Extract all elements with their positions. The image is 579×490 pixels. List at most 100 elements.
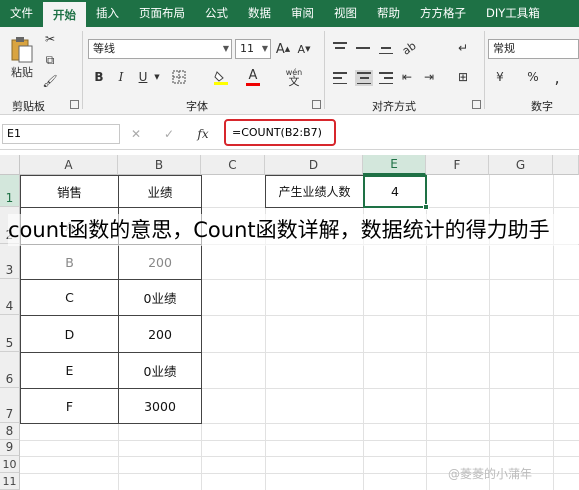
table-cell-value[interactable]: 200 (118, 244, 202, 280)
table-header-sales[interactable]: 销售 (20, 175, 119, 208)
watermark: @菱菱的小蒲年 (448, 467, 533, 481)
tab-page-layout[interactable]: 页面布局 (129, 0, 195, 27)
row-header-6[interactable]: 6 (0, 352, 20, 388)
copy-icon[interactable]: ⧉ (42, 52, 58, 68)
font-name-value: 等线 (93, 42, 115, 55)
row-header-4[interactable]: 4 (0, 279, 20, 315)
overlay-title: count函数的意思，Count函数详解，数据统计的得力助手 (8, 214, 578, 246)
shrink-font-button[interactable]: A ▼ (295, 39, 313, 59)
tab-review[interactable]: 审阅 (281, 0, 324, 27)
column-header-c[interactable]: C (201, 155, 265, 175)
formula-text: =COUNT(B2:B7) (232, 126, 322, 139)
table-cell-name[interactable]: F (20, 388, 119, 424)
paste-label: 粘贴 (11, 66, 33, 79)
separator (324, 31, 325, 109)
gridline (20, 456, 579, 457)
insert-function-icon[interactable]: fx (194, 125, 212, 143)
row-header-9[interactable]: 9 (0, 440, 20, 456)
table-cell-name[interactable]: E (20, 352, 119, 389)
clipboard-icon (11, 37, 33, 63)
underline-dropdown-icon[interactable]: ▼ (153, 67, 161, 87)
tab-data[interactable]: 数据 (238, 0, 281, 27)
align-bottom-icon[interactable] (379, 42, 393, 54)
tab-help[interactable]: 帮助 (367, 0, 410, 27)
align-middle-icon[interactable] (356, 42, 370, 54)
chevron-down-icon: ▼ (261, 44, 268, 53)
row-header-10[interactable]: 10 (0, 456, 20, 473)
tab-diy-toolbox[interactable]: DIY工具箱 (476, 0, 550, 27)
table-cell-value[interactable]: 0业绩 (118, 352, 202, 389)
column-header-f[interactable]: F (426, 155, 489, 175)
format-painter-icon[interactable]: 🖌 (42, 73, 58, 89)
worksheet-grid[interactable]: A B C D E F G 1 2 3 4 5 6 7 8 9 10 (0, 150, 579, 490)
grow-font-button[interactable]: A ▲ (274, 39, 292, 59)
align-right-icon[interactable] (379, 72, 393, 84)
column-header-b[interactable]: B (118, 155, 201, 175)
table-cell-value[interactable]: 3000 (118, 388, 202, 424)
separator (82, 31, 83, 109)
name-box[interactable]: E1 (2, 124, 120, 144)
name-box-value: E1 (7, 127, 21, 140)
shrink-font-glyph: A (297, 42, 306, 56)
chevron-down-icon: ▼ (222, 44, 229, 53)
column-header-h[interactable] (553, 155, 579, 175)
paste-button[interactable]: 粘贴 (6, 31, 38, 85)
align-center-icon[interactable] (355, 70, 373, 86)
fill-color-icon[interactable] (212, 67, 230, 87)
number-group-label: 数字 (531, 100, 553, 113)
align-left-icon[interactable] (333, 72, 347, 84)
phonetic-icon[interactable]: wén 文 (282, 65, 306, 89)
column-header-e[interactable]: E (363, 155, 426, 175)
column-header-d[interactable]: D (265, 155, 363, 175)
tab-view[interactable]: 视图 (324, 0, 367, 27)
font-group-label: 字体 (186, 100, 208, 113)
clipboard-launcher-icon[interactable] (70, 100, 79, 109)
row-header-3[interactable]: 3 (0, 244, 20, 279)
borders-icon[interactable] (170, 67, 188, 87)
merge-center-icon[interactable]: ⊞ (452, 67, 474, 87)
orientation-icon[interactable]: ab (394, 33, 425, 64)
tab-formulas[interactable]: 公式 (195, 0, 238, 27)
tab-fangfang[interactable]: 方方格子 (410, 0, 476, 27)
cancel-icon[interactable]: ✕ (128, 125, 144, 143)
tab-home[interactable]: 开始 (43, 0, 86, 27)
table-cell-value[interactable]: 0业绩 (118, 279, 202, 316)
row-header-1[interactable]: 1 (0, 175, 20, 207)
italic-button[interactable]: I (112, 67, 130, 87)
comma-button[interactable]: , (550, 67, 564, 87)
table-cell-name[interactable]: B (20, 244, 119, 280)
font-color-button[interactable]: A (244, 67, 262, 87)
cut-icon[interactable]: ✂ (42, 31, 58, 47)
table-header-performance[interactable]: 业绩 (118, 175, 202, 208)
table-cell-name[interactable]: D (20, 315, 119, 353)
underline-button[interactable]: U (134, 67, 152, 87)
column-header-g[interactable]: G (489, 155, 553, 175)
font-launcher-icon[interactable] (312, 100, 321, 109)
font-name-select[interactable]: 等线 ▼ (88, 39, 232, 59)
summary-value-cell[interactable]: 4 (363, 175, 427, 208)
percent-button[interactable]: % (525, 67, 541, 87)
tab-file[interactable]: 文件 (0, 0, 43, 27)
confirm-icon[interactable]: ✓ (161, 125, 177, 143)
row-header-7[interactable]: 7 (0, 388, 20, 423)
row-header-5[interactable]: 5 (0, 315, 20, 352)
table-cell-value[interactable]: 200 (118, 315, 202, 353)
bold-button[interactable]: B (90, 67, 108, 87)
select-all-corner[interactable] (0, 155, 20, 175)
table-cell-name[interactable]: C (20, 279, 119, 316)
number-format-select[interactable]: 常规 (488, 39, 579, 59)
wrap-text-icon[interactable]: ↵ (452, 37, 474, 59)
decrease-indent-icon[interactable]: ⇤ (398, 67, 416, 87)
summary-label-cell[interactable]: 产生业绩人数 (265, 175, 364, 208)
currency-button[interactable]: ¥ (490, 67, 510, 87)
font-size-select[interactable]: 11 ▼ (235, 39, 271, 59)
row-header-11[interactable]: 11 (0, 473, 20, 490)
alignment-launcher-icon[interactable] (472, 100, 481, 109)
align-top-icon[interactable] (333, 42, 347, 54)
fill-handle[interactable] (423, 204, 429, 210)
column-header-a[interactable]: A (20, 155, 118, 175)
increase-indent-icon[interactable]: ⇥ (420, 67, 438, 87)
row-header-8[interactable]: 8 (0, 423, 20, 440)
formula-input[interactable]: =COUNT(B2:B7) (224, 119, 336, 146)
tab-insert[interactable]: 插入 (86, 0, 129, 27)
